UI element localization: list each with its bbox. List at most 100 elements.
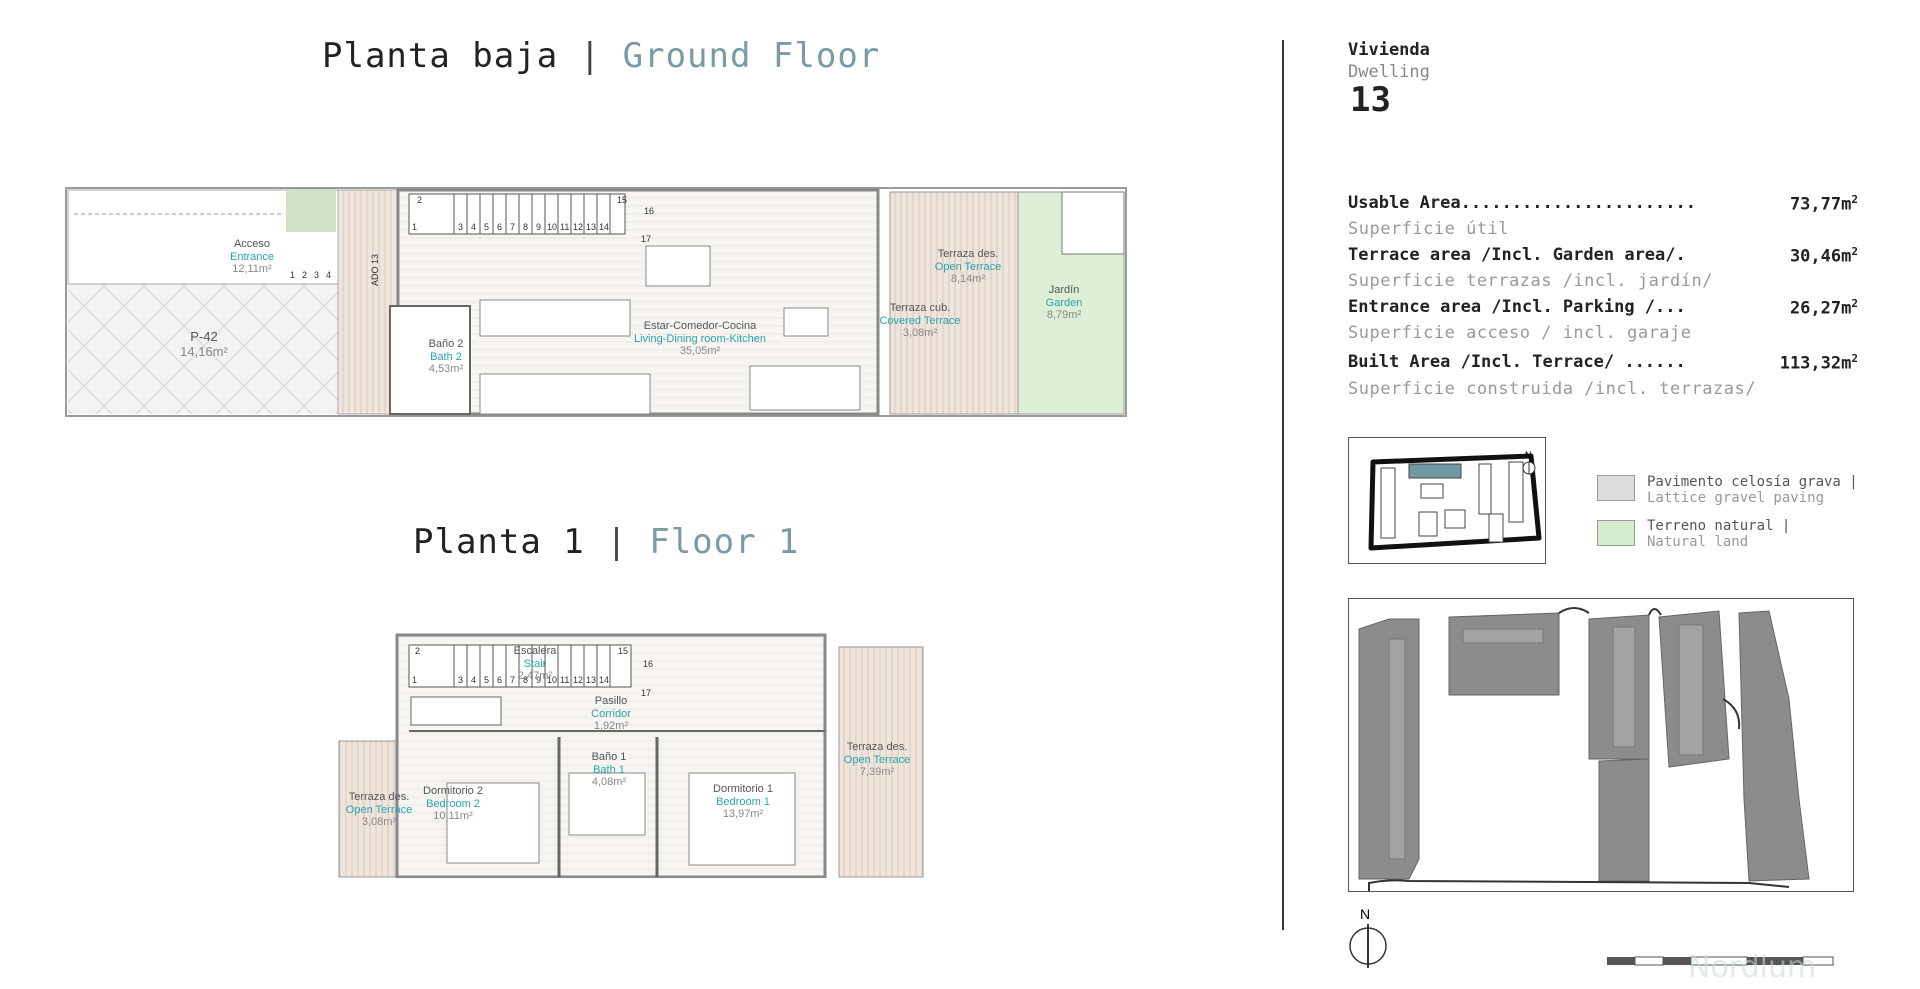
watermark: Nordlum [1688, 950, 1817, 985]
stair-step-7: 7 [510, 222, 515, 232]
area-row-terrace: Terrace area /Incl. Garden area/. 30,46m… [1348, 245, 1858, 269]
floor1-title-en: Floor 1 [649, 522, 800, 562]
f1-room-bedroom2: Dormitorio 2 Bedroom 2 10,11m² [423, 785, 483, 823]
room-es: Acceso [233, 238, 271, 250]
north-label: N [1360, 906, 1370, 922]
room-en: Bedroom 1 [716, 795, 770, 808]
f1-stair-step-2: 2 [415, 646, 420, 656]
stair-step-5: 5 [484, 222, 489, 232]
planter [286, 190, 336, 232]
f1-room-open-terrace-right: Terraza des. Open Terrace 7,39m² [844, 741, 910, 779]
room-es: Baño 1 [591, 751, 627, 763]
room-en: Bath 2 [430, 350, 462, 363]
stair-step-8: 8 [523, 222, 528, 232]
ground-room-p42: P-42 14,16m² [180, 329, 228, 360]
ground-room-acceso: Acceso Entrance 12,11m² [230, 238, 274, 276]
north-arrow-icon: N [1349, 906, 1387, 968]
area-key: Built Area /Incl. Terrace/ ...... [1348, 352, 1686, 372]
stair-step-9: 9 [536, 222, 541, 232]
legend-swatch-natural [1597, 520, 1635, 546]
room-area: 12,11m² [232, 263, 272, 276]
room-area: 4,08m² [591, 776, 627, 789]
area-value: 73,77m2 [1790, 193, 1858, 215]
area-sub-terrace: Superficie terrazas /incl. jardín/ [1348, 271, 1713, 291]
f1-room-stair: Escalera Stair 2,47m² [514, 645, 557, 683]
area-unit: m [1841, 194, 1852, 215]
title-separator: | [579, 36, 602, 76]
area-sub-built: Superficie construida /incl. terrazas/ [1348, 379, 1756, 399]
legend-swatch-gravel [1597, 475, 1635, 501]
f1-stair-step-13: 13 [586, 675, 596, 685]
f1-stair-step-6: 6 [497, 675, 502, 685]
area-key: Usable Area....................... [1348, 193, 1696, 213]
f1-stair-step-11: 11 [560, 675, 569, 685]
f1-stair-step-1: 1 [412, 675, 417, 685]
area-unit-sup: 2 [1851, 352, 1858, 365]
area-key: Entrance area /Incl. Parking /... [1348, 297, 1686, 317]
key-plan-drawing: N [1368, 450, 1542, 551]
area-value: 30,46m2 [1790, 245, 1858, 267]
f1-stair-step-15: 15 [618, 646, 628, 656]
floor1-title: Planta 1 | Floor 1 [413, 522, 800, 562]
stair-step-12: 12 [573, 222, 583, 232]
entrance-step-4: 4 [326, 270, 331, 280]
room-area: 4,53m² [428, 363, 464, 376]
floor1-drawing: 2 1 3 4 5 6 7 8 9 10 11 12 13 14 15 16 1… [338, 633, 924, 879]
room-en: Open Terrace [843, 753, 911, 766]
area-number: 26,27 [1789, 298, 1842, 319]
stair-step-2: 2 [417, 195, 422, 205]
room-en: Open Terrace [345, 803, 413, 816]
ground-room-bath2: Baño 2 Bath 2 4,53m² [429, 338, 464, 376]
room-en: Entrance [229, 250, 275, 263]
f1-stair-step-17: 17 [641, 688, 651, 698]
f1-room-bath1: Baño 1 Bath 1 4,08m² [592, 751, 627, 789]
room-es: Pasillo [594, 695, 628, 707]
f1-stair-step-5: 5 [484, 675, 489, 685]
stair-step-11: 11 [560, 222, 569, 232]
site-plan [1348, 598, 1854, 892]
area-unit-sup: 2 [1851, 245, 1858, 258]
room-es: P-42 [190, 329, 218, 344]
ado-label: ADO 13 [370, 254, 380, 286]
legend-label-en: Lattice gravel paving [1647, 490, 1825, 506]
area-sub-entrance: Superficie acceso / incl. garaje [1348, 323, 1692, 343]
key-plan-map: N [1348, 437, 1546, 564]
room-en: Bath 1 [593, 763, 625, 776]
area-number: 30,46 [1789, 246, 1842, 267]
page-divider [1282, 40, 1284, 930]
stair-step-16: 16 [644, 206, 654, 216]
f1-room-bedroom1: Dormitorio 1 Bedroom 1 13,97m² [713, 783, 773, 821]
area-number: 73,77 [1789, 194, 1842, 215]
stair-step-4: 4 [471, 222, 476, 232]
room-es: Dormitorio 1 [713, 783, 773, 795]
f1-stair-step-14: 14 [599, 675, 609, 685]
room-en: Stair [523, 657, 547, 670]
stair-step-6: 6 [497, 222, 502, 232]
ground-floor-plan: 2 1 3 4 5 6 7 8 9 10 11 12 13 14 15 16 1… [64, 186, 1128, 418]
area-unit: m [1841, 298, 1852, 319]
room-area: 13,97m² [722, 808, 764, 821]
stair-step-17: 17 [641, 234, 651, 244]
f1-stair-step-12: 12 [573, 675, 583, 685]
ground-floor-drawing: 2 1 3 4 5 6 7 8 9 10 11 12 13 14 15 16 1… [65, 187, 1127, 417]
entrance-step-2: 2 [302, 270, 307, 280]
stair-step-3: 3 [458, 222, 463, 232]
room-en: Bedroom 2 [426, 797, 480, 810]
room-es: Terraza des. [846, 741, 908, 753]
room-area: 3,08m² [361, 816, 397, 829]
ground-room-covered-terrace: Terraza cub. Covered Terrace 3,08m² [879, 302, 960, 340]
ground-room-living: Estar-Comedor-Cocina Living-Dining room-… [634, 320, 766, 358]
area-number: 113,32 [1779, 353, 1842, 374]
f1-room-corridor: Pasillo Corridor 1,92m² [591, 695, 631, 733]
room-es: Escalera [513, 645, 557, 657]
room-es: Dormitorio 2 [423, 785, 483, 797]
f1-room-open-terrace-left: Terraza des. Open Terrace 3,08m² [346, 791, 412, 829]
legend-label-en: Natural land [1647, 534, 1749, 550]
entrance-step-3: 3 [314, 270, 319, 280]
dwelling-number: 13 [1350, 80, 1391, 120]
f1-stair-step-16: 16 [643, 659, 653, 669]
ground-room-garden: Jardín Garden 8,79m² [1046, 284, 1083, 322]
room-es: Baño 2 [428, 338, 464, 350]
room-area: 8,14m² [950, 273, 986, 286]
room-es: Terraza cub. [889, 302, 951, 314]
